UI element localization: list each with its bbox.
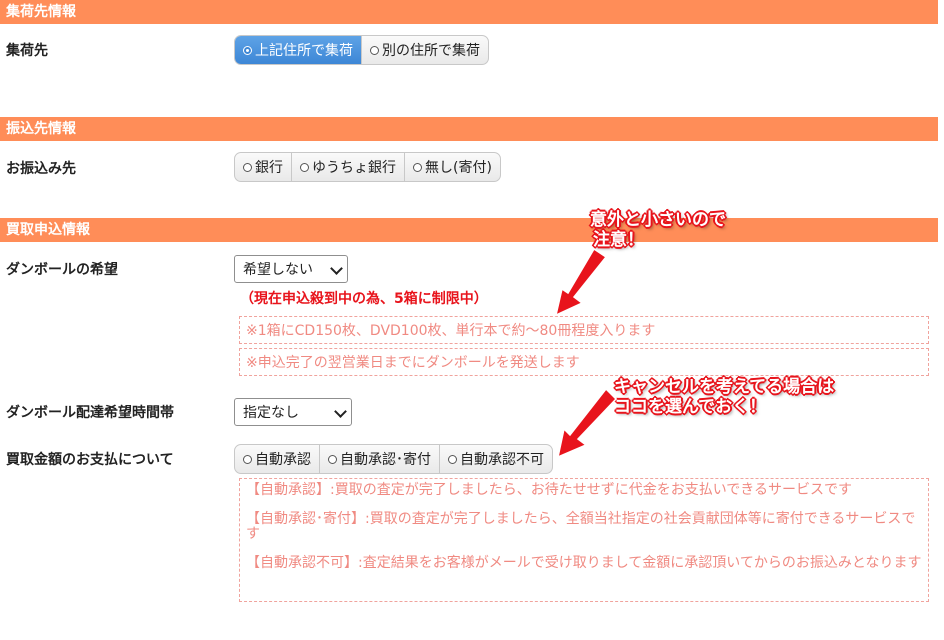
payment-desc-no-auto: 【自動承認不可】:査定結果をお客様がメールで受け取りまして金額に承認頂いてからの… [246, 555, 922, 571]
option-label: 無し(寄付) [425, 160, 492, 176]
payment-option-auto[interactable]: 自動承認 [235, 445, 320, 473]
radio-icon [300, 162, 309, 172]
box-limit-notice: （現在申込殺到中の為、5箱に制限中） [240, 291, 488, 307]
delivery-label: ダンボール配達希望時間帯 [6, 405, 174, 421]
callout-cancel: キャンセルを考えてる場合は ココを選んでおく！ [614, 377, 834, 417]
payment-label: 買取金額のお支払について [6, 452, 174, 468]
section-header-purchase: 買取申込情報 [0, 218, 938, 242]
payment-desc-auto-donate: 【自動承認･寄付】:買取の査定が完了しましたら、全額当社指定の社会貢献団体等に寄… [246, 511, 916, 542]
arrow-down-left-icon [556, 387, 618, 459]
section-header-pickup: 集荷先情報 [0, 0, 938, 24]
arrow-down-left-icon [554, 247, 608, 317]
callout-line: ココを選んでおく！ [614, 397, 767, 417]
transfer-option-donate[interactable]: 無し(寄付) [405, 153, 500, 181]
transfer-label: お振込み先 [6, 161, 76, 177]
radio-icon [243, 454, 252, 464]
transfer-radio-group: 銀行 ゆうちょ銀行 無し(寄付) [234, 152, 501, 182]
box-note-shipping: ※申込完了の翌営業日までにダンボールを発送します [239, 348, 929, 376]
transfer-option-bank[interactable]: 銀行 [235, 153, 292, 181]
chevron-down-icon [334, 405, 347, 418]
option-label: 自動承認不可 [460, 452, 544, 468]
box-label: ダンボールの希望 [6, 262, 118, 278]
radio-icon [243, 162, 252, 172]
delivery-select[interactable]: 指定なし [234, 398, 352, 426]
option-label: 自動承認 [255, 452, 311, 468]
delivery-select-value: 指定なし [243, 405, 299, 421]
pickup-option-registered-address[interactable]: 上記住所で集荷 [235, 36, 362, 64]
option-label: 別の住所で集荷 [382, 43, 480, 59]
payment-option-no-auto[interactable]: 自動承認不可 [440, 445, 552, 473]
box-select[interactable]: 希望しない [234, 255, 348, 283]
radio-icon [370, 45, 379, 55]
section-header-transfer: 振込先情報 [0, 117, 938, 141]
option-label: 自動承認･寄付 [340, 452, 431, 468]
payment-radio-group: 自動承認 自動承認･寄付 自動承認不可 [234, 444, 553, 474]
callout-line: キャンセルを考えてる場合は [614, 377, 835, 397]
payment-description-box: 【自動承認】:買取の査定が完了しましたら、お待たせせずに代金をお支払いできるサー… [239, 478, 929, 602]
chevron-down-icon [330, 262, 343, 275]
option-label: ゆうちょ銀行 [312, 160, 396, 176]
pickup-label: 集荷先 [6, 43, 48, 59]
option-label: 銀行 [255, 160, 283, 176]
radio-selected-icon [243, 45, 252, 55]
callout-line: 注意！ [593, 230, 644, 250]
transfer-option-yucho[interactable]: ゆうちょ銀行 [292, 153, 405, 181]
option-label: 上記住所で集荷 [255, 43, 353, 59]
callout-box-size: 意外と小さいので 注意！ [590, 210, 726, 250]
payment-desc-auto: 【自動承認】:買取の査定が完了しましたら、お待たせせずに代金をお支払いできるサー… [246, 482, 853, 498]
radio-icon [448, 454, 457, 464]
payment-option-auto-donate[interactable]: 自動承認･寄付 [320, 445, 440, 473]
pickup-option-other-address[interactable]: 別の住所で集荷 [362, 36, 488, 64]
radio-icon [413, 162, 422, 172]
box-select-value: 希望しない [243, 262, 313, 278]
pickup-radio-group: 上記住所で集荷 別の住所で集荷 [234, 35, 489, 65]
callout-line: 意外と小さいので [590, 210, 726, 230]
radio-icon [328, 454, 337, 464]
